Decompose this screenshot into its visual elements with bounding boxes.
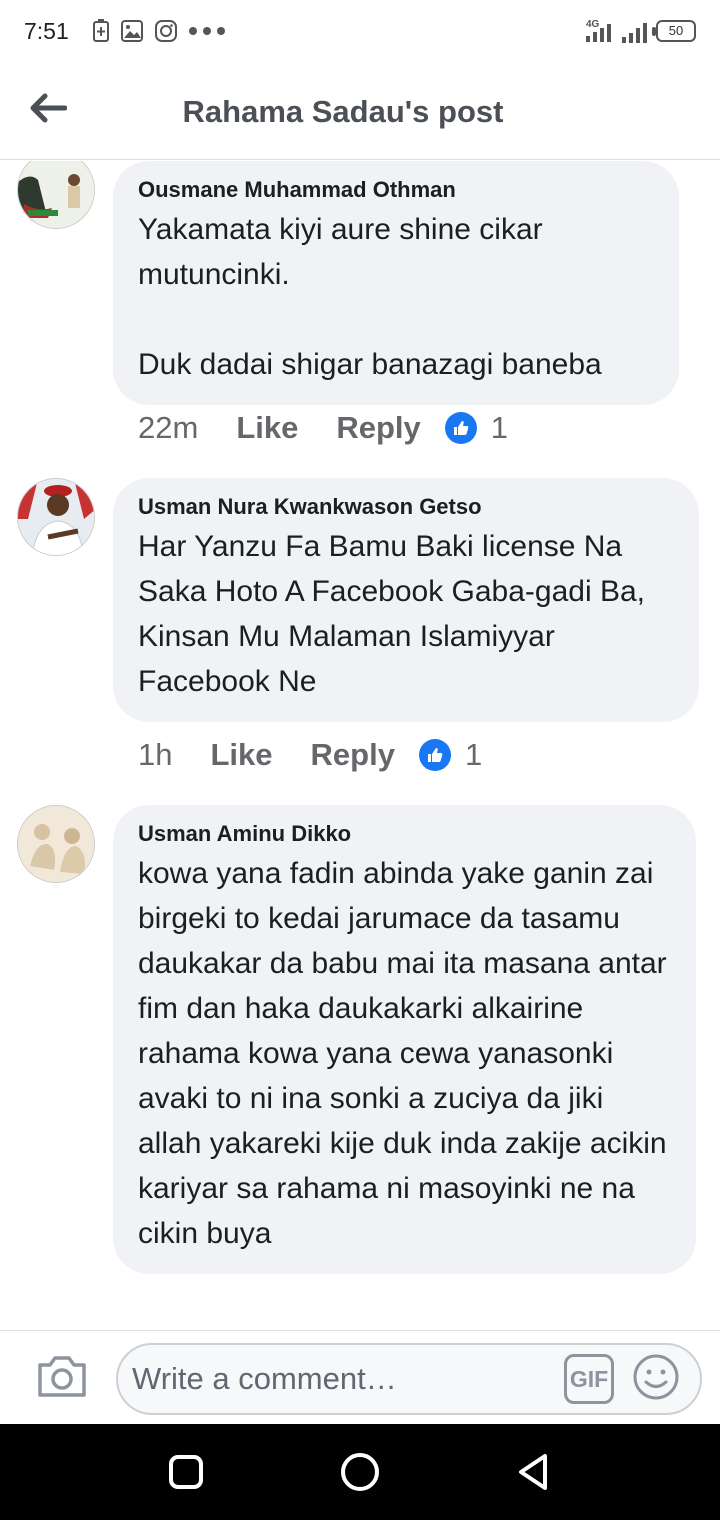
signal-4g-icon: 4G bbox=[586, 19, 611, 42]
comment-text: Har Yanzu Fa Bamu Baki license Na Saka H… bbox=[138, 530, 654, 698]
battery-level: 50 bbox=[668, 23, 684, 38]
comment-composer: GIF bbox=[0, 1330, 720, 1424]
status-time: 7:51 bbox=[24, 18, 69, 44]
gallery-icon bbox=[121, 20, 143, 42]
recents-button[interactable] bbox=[164, 1450, 208, 1494]
home-circle-icon bbox=[341, 1453, 379, 1491]
comments-list[interactable]: Ousmane Muhammad Othman Yakamata kiyi au… bbox=[0, 161, 720, 1330]
reply-button[interactable]: Reply bbox=[311, 737, 395, 773]
back-triangle-icon bbox=[519, 1454, 547, 1490]
avatar-image bbox=[18, 479, 94, 555]
page-title: Rahama Sadau's post bbox=[182, 94, 504, 129]
nav-back-button[interactable] bbox=[512, 1450, 556, 1494]
thumbs-up-icon[interactable] bbox=[418, 739, 451, 771]
like-button[interactable]: Like bbox=[210, 737, 272, 773]
avatar[interactable] bbox=[17, 478, 95, 556]
reply-button[interactable]: Reply bbox=[336, 410, 420, 446]
gif-button[interactable]: GIF bbox=[564, 1354, 614, 1404]
more-dots-icon bbox=[189, 27, 225, 35]
comment-bubble[interactable]: Usman Nura Kwankwason Getso Har Yanzu Fa… bbox=[113, 478, 699, 722]
status-bar: 7:51 4G 50 bbox=[0, 0, 720, 64]
thumbs-up-icon[interactable] bbox=[444, 412, 477, 444]
comment-actions: 1h Like Reply 1 bbox=[138, 737, 482, 773]
reaction-count[interactable]: 1 bbox=[491, 410, 508, 446]
app-header: Rahama Sadau's post bbox=[0, 64, 720, 160]
comment-author[interactable]: Usman Nura Kwankwason Getso bbox=[138, 492, 673, 522]
battery-saver-icon bbox=[93, 19, 109, 42]
camera-button[interactable] bbox=[36, 1353, 88, 1399]
status-notification-icons bbox=[92, 19, 226, 43]
status-system-icons: 4G 50 bbox=[586, 18, 696, 44]
avatar[interactable] bbox=[17, 805, 95, 883]
network-label: 4G bbox=[586, 19, 600, 30]
comment-text: kowa yana fadin abinda yake ganin zai bi… bbox=[138, 857, 676, 1250]
comment-bubble[interactable]: Usman Aminu Dikko kowa yana fadin abinda… bbox=[113, 805, 696, 1274]
comment-input-box[interactable]: GIF bbox=[116, 1343, 702, 1415]
comment-author[interactable]: Ousmane Muhammad Othman bbox=[138, 175, 653, 205]
avatar[interactable] bbox=[17, 161, 95, 229]
instagram-icon bbox=[155, 20, 177, 42]
signal-bars-icon bbox=[622, 23, 647, 43]
reaction-count[interactable]: 1 bbox=[465, 737, 482, 773]
comment-author[interactable]: Usman Aminu Dikko bbox=[138, 819, 670, 849]
avatar-image bbox=[18, 806, 94, 882]
avatar-image bbox=[18, 161, 94, 228]
camera-icon bbox=[38, 1356, 86, 1397]
like-button[interactable]: Like bbox=[236, 410, 298, 446]
home-button[interactable] bbox=[338, 1450, 382, 1494]
comment-input[interactable] bbox=[132, 1355, 552, 1403]
comment-actions: 22m Like Reply 1 bbox=[138, 410, 508, 446]
recents-square-icon bbox=[169, 1455, 203, 1489]
comment-text: Yakamata kiyi aure shine cikar mutuncink… bbox=[138, 213, 602, 381]
system-nav-bar bbox=[0, 1424, 720, 1520]
battery-icon: 50 bbox=[652, 20, 696, 42]
emoji-icon bbox=[633, 1354, 679, 1400]
comment-timestamp[interactable]: 1h bbox=[138, 737, 172, 773]
comment-timestamp[interactable]: 22m bbox=[138, 410, 198, 446]
emoji-button[interactable] bbox=[632, 1353, 680, 1401]
comment-bubble[interactable]: Ousmane Muhammad Othman Yakamata kiyi au… bbox=[113, 161, 679, 405]
